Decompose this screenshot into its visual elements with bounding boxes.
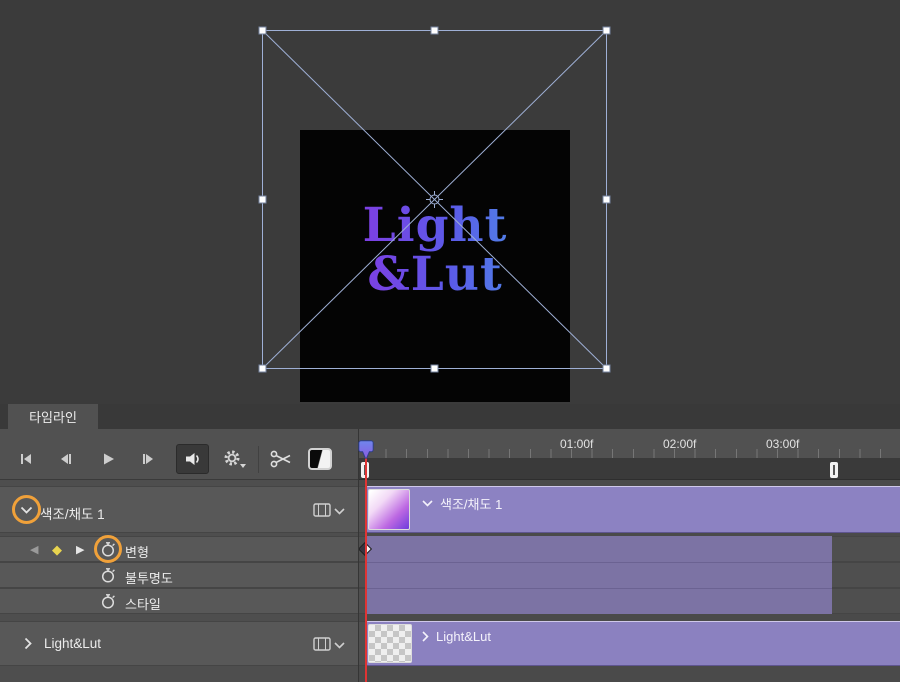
timeline-settings-button[interactable] <box>218 446 250 472</box>
track-row-style[interactable] <box>0 588 358 614</box>
property-label-style: 스타일 <box>125 597 161 612</box>
clip-light-lut-label: Light&Lut <box>436 629 491 644</box>
opacity-property-band[interactable] <box>365 562 832 588</box>
clip-hue-sat[interactable]: 색조/채도 1 <box>365 486 900 533</box>
clip-expand-chevron-right-icon <box>422 631 429 642</box>
speaker-icon <box>185 453 199 465</box>
next-frame-icon <box>143 454 153 464</box>
video-track-icon[interactable] <box>313 503 331 517</box>
split-at-playhead-button[interactable] <box>264 446 298 472</box>
playhead-line <box>365 455 367 682</box>
first-frame-icon <box>21 454 31 464</box>
chevron-down-icon <box>240 464 246 468</box>
clip-light-lut-header[interactable]: Light&Lut <box>422 629 491 644</box>
stopwatch-opacity-icon[interactable] <box>100 567 117 584</box>
mute-audio-button[interactable] <box>176 444 209 474</box>
tab-timeline[interactable]: 타임라인 <box>8 404 98 429</box>
play-button[interactable] <box>94 446 122 472</box>
stopwatch-style-icon[interactable] <box>100 593 117 610</box>
app-window: Light &Lut 타임라인 01:00f 02:00f 03:00f 색조/… <box>0 0 900 682</box>
scissors-icon <box>270 450 291 468</box>
track-options-chevron-down-icon[interactable] <box>334 508 345 515</box>
collapse-track-chevron-down-icon[interactable] <box>20 506 33 514</box>
work-area-end-handle[interactable] <box>830 462 838 478</box>
clip-light-lut[interactable]: Light&Lut <box>365 621 900 666</box>
play-icon <box>104 453 114 465</box>
panel-divider[interactable] <box>358 429 359 682</box>
toolbar-divider <box>258 446 259 473</box>
previous-keyframe-button[interactable]: ◀ <box>30 543 38 556</box>
playhead-marker[interactable] <box>358 440 374 461</box>
track-label-light-lut: Light&Lut <box>44 636 102 651</box>
previous-frame-button[interactable] <box>52 446 80 472</box>
panel-tab-bar <box>0 404 900 429</box>
clip-hue-sat-label: 색조/채도 1 <box>440 497 503 512</box>
next-keyframe-button[interactable]: ▶ <box>76 543 84 556</box>
clip-checker-thumbnail <box>368 624 412 663</box>
transitions-button[interactable] <box>308 448 332 470</box>
work-area-bar[interactable] <box>358 458 900 480</box>
expand-track-chevron-right-icon[interactable] <box>24 637 32 650</box>
property-label-transform: 변형 <box>125 545 149 560</box>
clip-gradient-thumbnail <box>368 489 410 530</box>
video-track-icon-2[interactable] <box>313 637 331 651</box>
previous-frame-icon <box>61 454 71 464</box>
stopwatch-transform-icon[interactable] <box>100 541 117 558</box>
track-row-opacity[interactable] <box>0 562 358 588</box>
next-frame-button[interactable] <box>134 446 162 472</box>
transform-property-band[interactable] <box>365 536 832 562</box>
property-label-opacity: 불투명도 <box>125 571 173 586</box>
gear-icon <box>224 450 246 468</box>
first-frame-button[interactable] <box>12 446 40 472</box>
track-label-hue-sat: 색조/채도 1 <box>40 507 105 522</box>
logo-line2: &Lut <box>367 246 503 302</box>
tab-timeline-label: 타임라인 <box>29 410 77 425</box>
keyframe-diamond-icon[interactable]: ◆ <box>52 542 62 558</box>
logo-text: Light &Lut <box>285 202 585 300</box>
style-property-band[interactable] <box>365 588 832 614</box>
ruler-ticks <box>365 449 900 458</box>
track-options-chevron-down-icon-2[interactable] <box>334 642 345 649</box>
clip-hue-sat-header[interactable]: 색조/채도 1 <box>422 494 502 513</box>
clip-collapse-chevron-down-icon <box>422 500 433 507</box>
logo-line1: Light <box>362 198 508 253</box>
